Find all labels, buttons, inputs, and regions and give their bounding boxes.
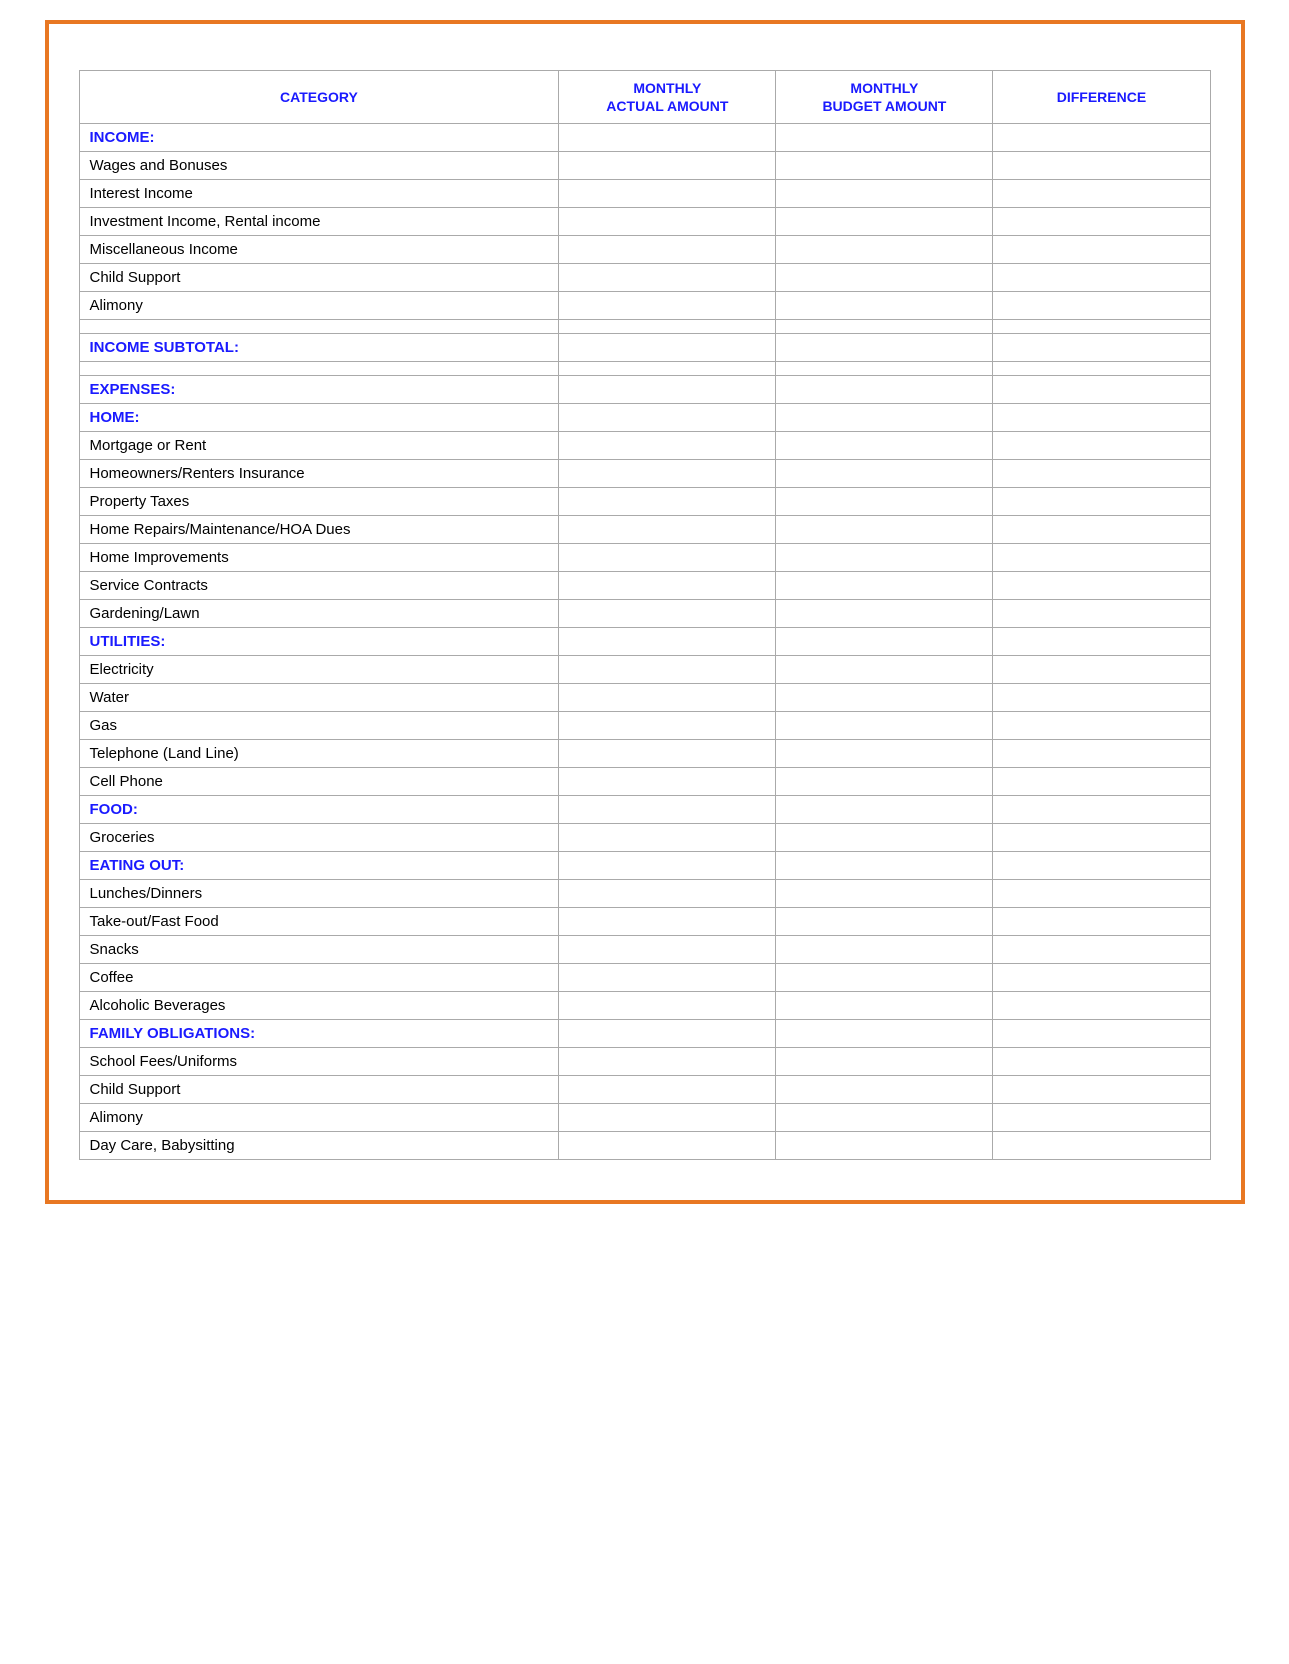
table-row: Cell Phone bbox=[79, 768, 1210, 796]
item-label: Alimony bbox=[79, 292, 559, 320]
spacer-row bbox=[79, 320, 1210, 334]
item-label: Lunches/Dinners bbox=[79, 880, 559, 908]
table-row: Interest Income bbox=[79, 180, 1210, 208]
table-row: Wages and Bonuses bbox=[79, 152, 1210, 180]
header-difference: DIFFERENCE bbox=[993, 71, 1210, 124]
table-row: School Fees/Uniforms bbox=[79, 1048, 1210, 1076]
table-row: Alcoholic Beverages bbox=[79, 992, 1210, 1020]
item-label: Property Taxes bbox=[79, 488, 559, 516]
section-header-row: UTILITIES: bbox=[79, 628, 1210, 656]
table-row: Mortgage or Rent bbox=[79, 432, 1210, 460]
item-label: Gardening/Lawn bbox=[79, 600, 559, 628]
section-header-row: EATING OUT: bbox=[79, 852, 1210, 880]
table-row: Child Support bbox=[79, 1076, 1210, 1104]
table-row: Coffee bbox=[79, 964, 1210, 992]
section-header-row: INCOME: bbox=[79, 124, 1210, 152]
table-row: Property Taxes bbox=[79, 488, 1210, 516]
table-row: Investment Income, Rental income bbox=[79, 208, 1210, 236]
table-row: Homeowners/Renters Insurance bbox=[79, 460, 1210, 488]
item-label: Interest Income bbox=[79, 180, 559, 208]
section-header-row: FAMILY OBLIGATIONS: bbox=[79, 1020, 1210, 1048]
budget-table: CATEGORY MONTHLYACTUAL AMOUNT MONTHLYBUD… bbox=[79, 70, 1211, 1160]
item-label: Water bbox=[79, 684, 559, 712]
table-row: Gas bbox=[79, 712, 1210, 740]
table-row: Miscellaneous Income bbox=[79, 236, 1210, 264]
item-label: Coffee bbox=[79, 964, 559, 992]
section-label: FAMILY OBLIGATIONS: bbox=[79, 1020, 559, 1048]
table-row: Telephone (Land Line) bbox=[79, 740, 1210, 768]
item-label: Day Care, Babysitting bbox=[79, 1132, 559, 1160]
table-row: Water bbox=[79, 684, 1210, 712]
item-label: Snacks bbox=[79, 936, 559, 964]
section-header-row: HOME: bbox=[79, 404, 1210, 432]
item-label: Home Improvements bbox=[79, 544, 559, 572]
table-row: Lunches/Dinners bbox=[79, 880, 1210, 908]
item-label: Cell Phone bbox=[79, 768, 559, 796]
table-row: Child Support bbox=[79, 264, 1210, 292]
table-row: Electricity bbox=[79, 656, 1210, 684]
section-label: HOME: bbox=[79, 404, 559, 432]
section-label: INCOME SUBTOTAL: bbox=[79, 334, 559, 362]
item-label: Mortgage or Rent bbox=[79, 432, 559, 460]
table-row: Snacks bbox=[79, 936, 1210, 964]
spacer-row bbox=[79, 362, 1210, 376]
header-category: CATEGORY bbox=[79, 71, 559, 124]
item-label: Service Contracts bbox=[79, 572, 559, 600]
item-label: Groceries bbox=[79, 824, 559, 852]
table-row: Alimony bbox=[79, 1104, 1210, 1132]
section-header-row: FOOD: bbox=[79, 796, 1210, 824]
section-header-row: INCOME SUBTOTAL: bbox=[79, 334, 1210, 362]
section-label: INCOME: bbox=[79, 124, 559, 152]
section-header-row: EXPENSES: bbox=[79, 376, 1210, 404]
section-label: UTILITIES: bbox=[79, 628, 559, 656]
item-label: Telephone (Land Line) bbox=[79, 740, 559, 768]
item-label: Miscellaneous Income bbox=[79, 236, 559, 264]
item-label: Homeowners/Renters Insurance bbox=[79, 460, 559, 488]
item-label: Investment Income, Rental income bbox=[79, 208, 559, 236]
section-label: FOOD: bbox=[79, 796, 559, 824]
item-label: Alimony bbox=[79, 1104, 559, 1132]
item-label: Child Support bbox=[79, 1076, 559, 1104]
section-label: EXPENSES: bbox=[79, 376, 559, 404]
item-label: Take-out/Fast Food bbox=[79, 908, 559, 936]
table-row: Service Contracts bbox=[79, 572, 1210, 600]
table-row: Gardening/Lawn bbox=[79, 600, 1210, 628]
item-label: Gas bbox=[79, 712, 559, 740]
header-monthly-budget: MONTHLYBUDGET AMOUNT bbox=[776, 71, 993, 124]
page-wrapper: CATEGORY MONTHLYACTUAL AMOUNT MONTHLYBUD… bbox=[45, 20, 1245, 1204]
header-monthly-actual: MONTHLYACTUAL AMOUNT bbox=[559, 71, 776, 124]
table-row: Home Repairs/Maintenance/HOA Dues bbox=[79, 516, 1210, 544]
table-row: Home Improvements bbox=[79, 544, 1210, 572]
table-row: Groceries bbox=[79, 824, 1210, 852]
table-row: Take-out/Fast Food bbox=[79, 908, 1210, 936]
item-label: Home Repairs/Maintenance/HOA Dues bbox=[79, 516, 559, 544]
item-label: Electricity bbox=[79, 656, 559, 684]
table-row: Alimony bbox=[79, 292, 1210, 320]
item-label: Wages and Bonuses bbox=[79, 152, 559, 180]
table-row: Day Care, Babysitting bbox=[79, 1132, 1210, 1160]
item-label: School Fees/Uniforms bbox=[79, 1048, 559, 1076]
item-label: Child Support bbox=[79, 264, 559, 292]
section-label: EATING OUT: bbox=[79, 852, 559, 880]
item-label: Alcoholic Beverages bbox=[79, 992, 559, 1020]
